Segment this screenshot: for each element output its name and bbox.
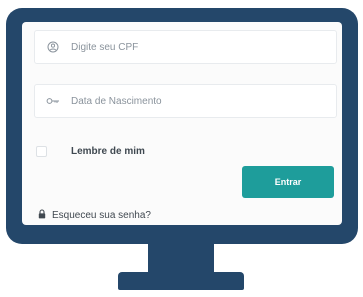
user-icon [45,39,61,55]
cpf-input[interactable] [69,40,323,54]
remember-me-label: Lembre de mim [71,146,145,157]
birthdate-input[interactable] [69,94,323,108]
cpf-field[interactable] [34,30,337,64]
remember-me[interactable]: Lembre de mim [36,146,145,157]
remember-me-checkbox[interactable] [36,146,47,157]
key-icon [45,93,61,109]
login-screen: Lembre de mim Entrar Esqueceu sua senha? [22,22,342,225]
forgot-password-label: Esqueceu sua senha? [52,209,151,221]
monitor-illustration: Lembre de mim Entrar Esqueceu sua senha? [0,0,363,297]
monitor-stand-base [118,272,244,290]
lock-icon [38,206,46,224]
monitor-stand-neck [148,243,214,275]
submit-button[interactable]: Entrar [242,166,334,198]
birthdate-field[interactable] [34,84,337,118]
forgot-password-link[interactable]: Esqueceu sua senha? [38,206,151,224]
